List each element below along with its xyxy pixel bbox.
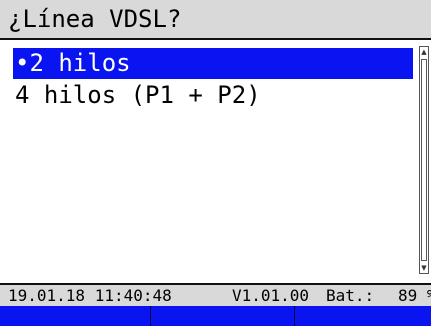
softkey-bar bbox=[0, 306, 431, 326]
down-arrow-icon[interactable]: ▼ bbox=[420, 263, 428, 273]
option-list: •2 hilos 4 hilos (P1 + P2) ▲ ▼ bbox=[0, 42, 431, 280]
status-version: V1.01.00 bbox=[232, 286, 310, 305]
softkey-3[interactable] bbox=[295, 306, 431, 326]
softkey-2[interactable] bbox=[151, 306, 295, 326]
scrollbar[interactable]: ▲ ▼ bbox=[419, 46, 429, 274]
list-item-4-hilos[interactable]: 4 hilos (P1 + P2) bbox=[13, 80, 413, 111]
softkey-1[interactable] bbox=[0, 306, 151, 326]
page-title: ¿Línea VDSL? bbox=[8, 5, 182, 33]
status-bar: 19.01.18 11:40:48 V1.01.00 Bat.: 89 % bbox=[0, 283, 431, 306]
device-screen: ¿Línea VDSL? •2 hilos 4 hilos (P1 + P2) … bbox=[0, 0, 431, 326]
scroll-thumb[interactable] bbox=[421, 59, 427, 261]
list-item-2-hilos[interactable]: •2 hilos bbox=[13, 48, 413, 79]
status-datetime: 19.01.18 11:40:48 bbox=[8, 286, 172, 305]
battery-value: 89 % bbox=[398, 286, 431, 305]
battery-label: Bat.: bbox=[326, 286, 375, 305]
up-arrow-icon[interactable]: ▲ bbox=[420, 47, 428, 57]
title-bar: ¿Línea VDSL? bbox=[0, 0, 431, 40]
